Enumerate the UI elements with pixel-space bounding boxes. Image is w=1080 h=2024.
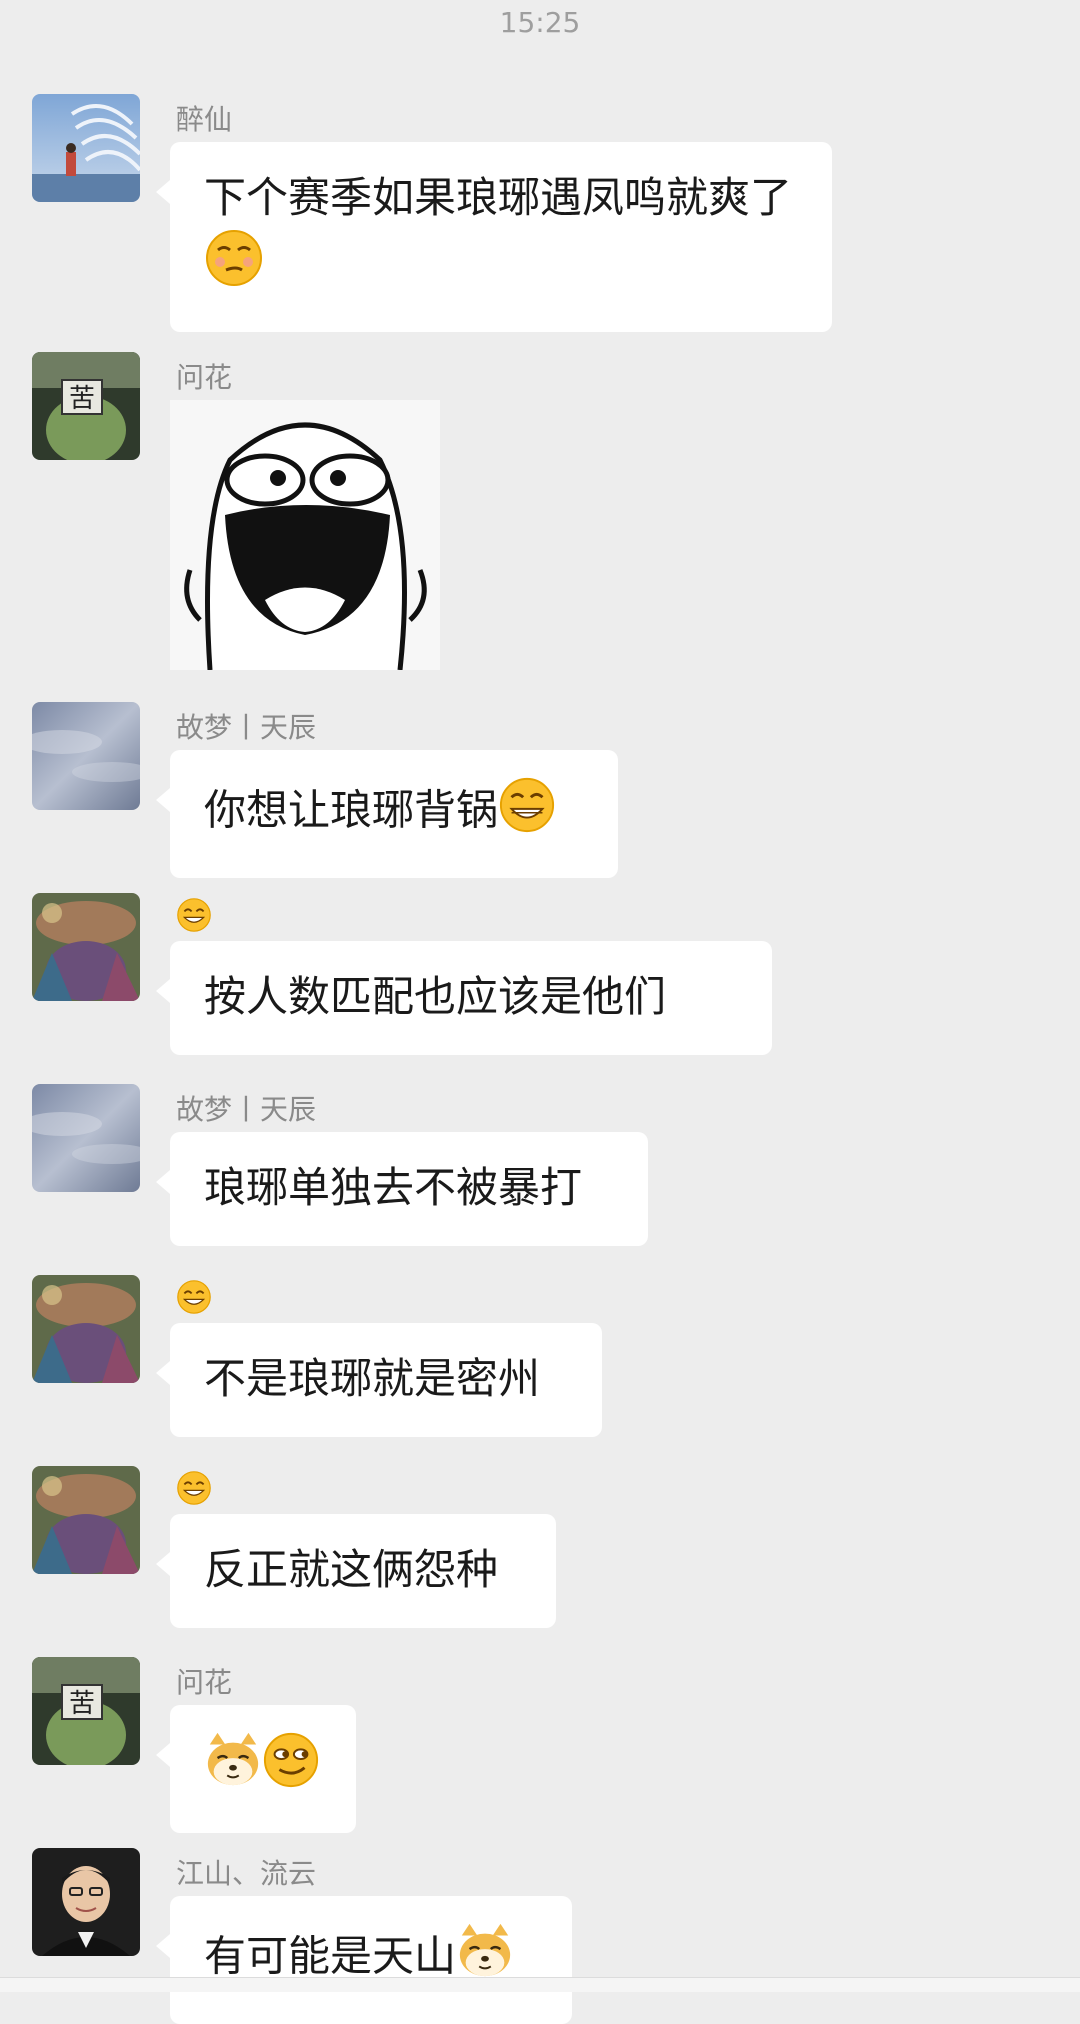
sender-name: 醉仙 — [176, 103, 233, 136]
avatar[interactable] — [32, 1848, 140, 1956]
message-text: 反正就这俩怨种 — [204, 1545, 499, 1594]
avatar[interactable] — [32, 893, 140, 1001]
svg-text:苦: 苦 — [69, 384, 95, 414]
sender-name: 江山、流云 — [176, 1857, 317, 1890]
avatar[interactable]: 苦 — [32, 1657, 140, 1765]
message-text: 不是琅琊就是密州 — [204, 1354, 541, 1403]
sender-name: 故梦丨天辰 — [176, 1093, 317, 1126]
avatar[interactable] — [32, 702, 140, 810]
chat-timestamp: 15:25 — [499, 6, 581, 39]
message-bubble[interactable]: 下个赛季如果琅琊遇凤鸣就爽了 — [156, 142, 832, 332]
sender-emoji-name — [176, 1470, 212, 1513]
sender-emoji-name — [176, 1279, 212, 1322]
smirk-emoji — [204, 228, 264, 304]
grin-emoji — [498, 776, 556, 850]
message-text: 你想让琅琊背锅 — [204, 785, 499, 835]
avatar[interactable] — [32, 94, 140, 202]
message-bubble[interactable]: 有可能是天山 — [156, 1896, 572, 2024]
message-bubble[interactable]: 按人数匹配也应该是他们 — [156, 941, 772, 1055]
svg-text:苦: 苦 — [69, 1689, 95, 1719]
sender-name: 问花 — [176, 361, 233, 394]
laughing-face-sticker[interactable] — [170, 400, 440, 671]
avatar[interactable] — [32, 1084, 140, 1192]
avatar[interactable] — [32, 1275, 140, 1383]
grinning-emoji — [176, 1279, 212, 1322]
message-bubble[interactable]: 琅琊单独去不被暴打 — [156, 1132, 648, 1246]
doge-emoji — [204, 1731, 262, 1805]
message-bubble[interactable]: 不是琅琊就是密州 — [156, 1323, 602, 1437]
message-text: 下个赛季如果琅琊遇凤鸣就爽了 — [204, 173, 793, 222]
sly-smile-emoji — [262, 1731, 320, 1805]
grinning-emoji — [176, 1470, 212, 1513]
message-text: 按人数匹配也应该是他们 — [204, 972, 667, 1021]
message-bubble[interactable]: 你想让琅琊背锅 — [156, 750, 618, 878]
message-text: 琅琊单独去不被暴打 — [204, 1163, 583, 1212]
grinning-emoji — [176, 897, 212, 940]
avatar[interactable]: 苦 — [32, 352, 140, 460]
bottom-edge — [0, 1977, 1080, 1992]
message-bubble[interactable]: 反正就这俩怨种 — [156, 1514, 556, 1628]
sender-emoji-name — [176, 897, 212, 940]
sender-name: 问花 — [176, 1666, 233, 1699]
message-text: 有可能是天山 — [204, 1931, 457, 1981]
sender-name: 故梦丨天辰 — [176, 711, 317, 744]
avatar[interactable] — [32, 1466, 140, 1574]
message-bubble[interactable] — [156, 1705, 356, 1833]
